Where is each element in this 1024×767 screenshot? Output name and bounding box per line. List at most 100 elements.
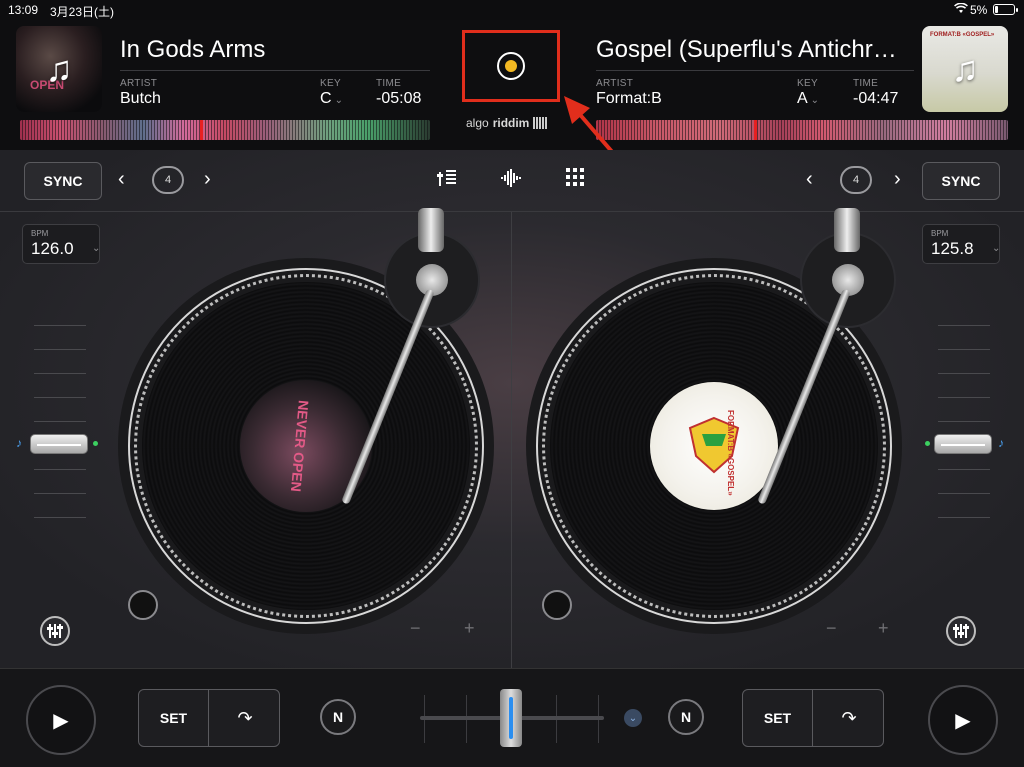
left-counterweight — [418, 208, 444, 252]
left-album-art[interactable]: OPEN ♫ — [16, 26, 102, 112]
crossfader-handle[interactable] — [500, 689, 522, 747]
eq-icon[interactable] — [40, 616, 70, 646]
left-neural-mix-button[interactable]: N — [320, 699, 356, 735]
crossfader[interactable] — [420, 689, 604, 747]
left-cue-group: SET ↷ — [138, 689, 280, 747]
right-track-title[interactable]: Gospel (Superflu's Antichr… — [596, 36, 914, 64]
left-bpm-control[interactable]: BPM 126.0 ⌄ — [22, 224, 100, 264]
left-plus-button[interactable]: + — [464, 618, 475, 639]
left-artist: Butch — [120, 90, 161, 107]
play-icon: ▶ — [955, 709, 971, 732]
right-set-button[interactable]: SET — [743, 690, 813, 746]
left-key-label: KEY — [320, 78, 341, 89]
chevron-down-icon[interactable]: ⌄ — [624, 709, 642, 727]
left-play-button[interactable]: ▶ — [26, 685, 96, 755]
cue-jump-icon: ↷ — [237, 707, 253, 728]
right-cue-jump-button[interactable]: ↷ — [814, 690, 884, 746]
music-note-icon: ♫ — [951, 48, 979, 89]
music-note-icon: ♫ — [45, 48, 73, 89]
right-key-selector[interactable]: A ⌄ — [797, 90, 819, 108]
right-pitch-indicator — [925, 441, 930, 446]
left-bpm-value: 126.0 — [31, 239, 74, 258]
right-cue-knob[interactable] — [542, 590, 572, 620]
deck-divider — [511, 212, 512, 668]
left-track-title[interactable]: In Gods Arms — [120, 36, 265, 64]
left-time: -05:08 — [376, 90, 422, 107]
right-time: -04:47 — [853, 90, 899, 107]
chevron-right-icon[interactable]: › — [204, 168, 211, 191]
wifi-icon — [954, 2, 968, 17]
left-sync-button[interactable]: SYNC — [24, 162, 102, 200]
left-playhead — [200, 120, 203, 140]
right-bpm-value: 125.8 — [931, 239, 974, 258]
right-play-button[interactable]: ▶ — [928, 685, 998, 755]
left-set-button[interactable]: SET — [139, 690, 209, 746]
status-date: 3月23日(土) — [50, 5, 115, 19]
right-bpm-control[interactable]: BPM 125.8 ⌄ — [922, 224, 1000, 264]
mixer-icon[interactable] — [437, 168, 457, 194]
right-playhead — [754, 120, 757, 140]
battery-icon — [993, 4, 1018, 15]
status-bar: 13:09 3月23日(土) 5% — [0, 0, 1024, 20]
right-minus-button[interactable]: − — [826, 618, 837, 639]
brand-part1: algo — [466, 116, 489, 130]
left-time-label: TIME — [376, 78, 402, 89]
left-loop-icon[interactable]: 4 — [152, 166, 184, 194]
right-neural-mix-button[interactable]: N — [668, 699, 704, 735]
left-label-text: NEVER OPEN — [287, 399, 312, 493]
eq-icon[interactable] — [946, 616, 976, 646]
right-loop-count: 4 — [852, 174, 860, 186]
chevron-left-icon[interactable]: ‹ — [806, 168, 813, 191]
left-pitch-handle[interactable] — [30, 434, 88, 454]
right-counterweight — [834, 208, 860, 252]
deck-toolbar: SYNC ‹ 4 › ‹ 4 › SYNC — [0, 150, 1024, 212]
deck-area: SYNC ‹ 4 › ‹ 4 › SYNC BPM 126.0 ⌄ ♪ NEVE… — [0, 150, 1024, 668]
battery-percent: 5% — [970, 3, 988, 17]
record-icon[interactable] — [497, 52, 525, 80]
right-key-label: KEY — [797, 78, 818, 89]
right-key: A — [797, 90, 808, 107]
left-cue-jump-button[interactable]: ↷ — [210, 690, 280, 746]
left-key-selector[interactable]: C ⌄ — [320, 90, 343, 108]
right-plus-button[interactable]: + — [878, 618, 889, 639]
chevron-down-icon: ⌄ — [92, 243, 101, 254]
chevron-down-icon: ⌄ — [334, 95, 343, 106]
chevron-down-icon: ⌄ — [992, 243, 1001, 254]
record-button-highlight[interactable] — [462, 30, 560, 102]
right-sync-button[interactable]: SYNC — [922, 162, 1000, 200]
music-note-icon: ♪ — [998, 436, 1004, 450]
right-pitch-handle[interactable] — [934, 434, 992, 454]
right-bpm-label: BPM — [931, 229, 949, 238]
brand-part2: riddim — [492, 116, 530, 130]
left-waveform[interactable] — [20, 120, 430, 140]
status-time: 13:09 — [8, 3, 39, 17]
chevron-left-icon[interactable]: ‹ — [118, 168, 125, 191]
left-bpm-label: BPM — [31, 229, 49, 238]
algoriddim-logo: algo riddim — [466, 116, 548, 130]
left-loop-count: 4 — [164, 174, 172, 186]
left-pitch-slider[interactable] — [34, 325, 86, 535]
right-record-label: FORMAT:B «GOSPEL» — [650, 382, 778, 510]
music-note-icon: ♪ — [16, 436, 22, 450]
left-key: C — [320, 90, 332, 107]
left-artist-label: ARTIST — [120, 78, 158, 89]
left-minus-button[interactable]: − — [410, 618, 421, 639]
right-title-divider — [596, 70, 914, 71]
right-cue-group: SET ↷ — [742, 689, 884, 747]
waveform-icon[interactable] — [500, 168, 522, 194]
grid-icon[interactable] — [566, 168, 584, 192]
chevron-down-icon: ⌄ — [810, 95, 820, 106]
deck-header: OPEN ♫ In Gods Arms ARTIST Butch KEY C ⌄ … — [0, 20, 1024, 150]
right-pitch-slider[interactable] — [938, 325, 990, 535]
left-cue-knob[interactable] — [128, 590, 158, 620]
cue-jump-icon: ↷ — [841, 707, 857, 728]
right-time-label: TIME — [853, 78, 879, 89]
right-artist-label: ARTIST — [596, 78, 634, 89]
transport-bar: ▶ SET ↷ N ⌄ N SET ↷ ▶ — [0, 668, 1024, 767]
play-icon: ▶ — [53, 709, 69, 732]
right-album-art[interactable]: FORMAT:B «GOSPEL» ♫ — [922, 26, 1008, 112]
chevron-right-icon[interactable]: › — [894, 168, 901, 191]
right-label-text: FORMAT:B «GOSPEL» — [726, 410, 735, 496]
left-title-divider — [120, 70, 430, 71]
right-loop-icon[interactable]: 4 — [840, 166, 872, 194]
